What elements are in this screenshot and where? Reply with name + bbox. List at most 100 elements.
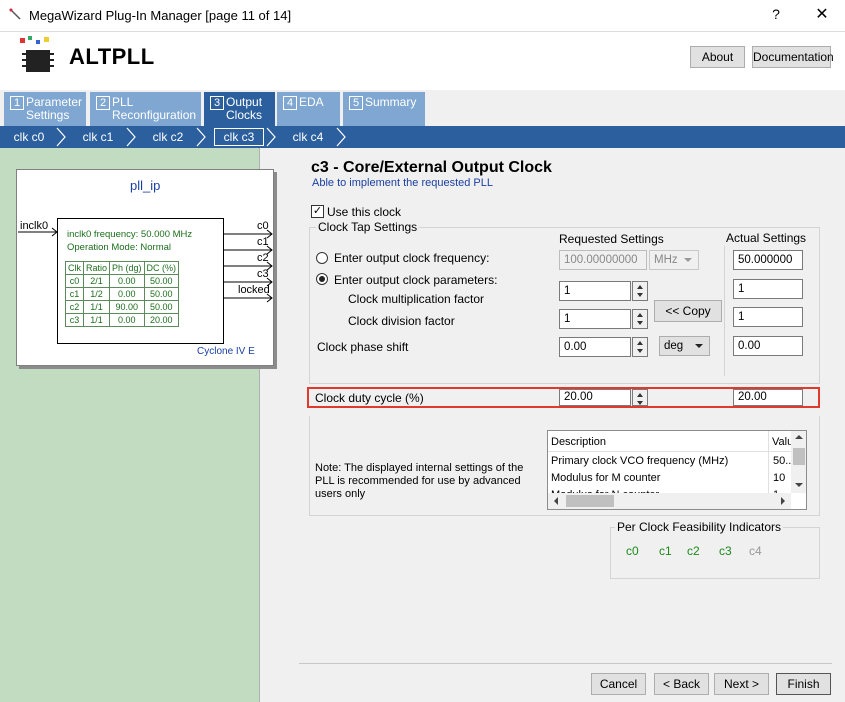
chevron-right-icon — [336, 127, 346, 147]
params-mode-label: Enter output clock parameters: — [334, 273, 498, 287]
clock-tab-c0[interactable]: clk c0 — [4, 126, 54, 148]
pin-inclk0: inclk0 — [20, 220, 49, 232]
operation-mode-info: Operation Mode: Normal — [67, 242, 172, 253]
requested-header: Requested Settings — [559, 232, 664, 246]
tab-number: 1 — [10, 96, 24, 110]
tab-label: PLL Reconfiguration — [112, 95, 197, 122]
div-factor-label: Clock division factor — [348, 314, 455, 328]
clock-tab-c3[interactable]: clk c3 — [214, 128, 264, 146]
tab-output-clocks[interactable]: 3 Output Clocks — [204, 92, 275, 126]
cancel-button[interactable]: Cancel — [591, 673, 646, 695]
list-item: Modulus for M counter — [551, 472, 661, 484]
div-factor-input[interactable]: 1 — [559, 309, 631, 329]
actual-header: Actual Settings — [726, 231, 807, 245]
params-mode-radio[interactable] — [316, 273, 328, 285]
phase-shift-input[interactable]: 0.00 — [559, 337, 631, 357]
clock-summary-table: Clk Ratio Ph (dg) DC (%) c0 2/1 0.00 50.00 c1 1… — [65, 261, 180, 327]
list-item: Primary clock VCO frequency (MHz) — [551, 455, 729, 467]
feasibility-c3: c3 — [719, 544, 732, 558]
chip-logo-icon — [20, 36, 54, 72]
use-clock-checkbox[interactable]: ✓ — [311, 205, 324, 218]
header-separator — [548, 451, 791, 452]
horizontal-scroll-thumb[interactable] — [566, 495, 614, 507]
phase-shift-label: Clock phase shift — [317, 340, 409, 354]
vertical-scrollbar[interactable] — [791, 431, 806, 493]
table-row: c2 1/1 90.00 50.00 — [65, 300, 180, 314]
duty-cycle-highlight-box — [307, 387, 820, 408]
clock-tab-c1[interactable]: clk c1 — [72, 126, 124, 148]
pin-c3: c3 — [257, 268, 269, 280]
scroll-right-icon[interactable] — [781, 497, 785, 505]
next-button[interactable]: Next > — [714, 673, 769, 695]
pin-locked: locked — [238, 284, 270, 296]
feasibility-c4: c4 — [749, 544, 762, 558]
tab-number: 2 — [96, 96, 110, 110]
actual-div-factor: 1 — [733, 307, 803, 327]
pin-c2: c2 — [257, 252, 269, 264]
list-header-description: Description — [551, 436, 607, 448]
actual-mult-factor: 1 — [733, 279, 803, 299]
column-separator — [768, 431, 769, 493]
scroll-down-icon[interactable] — [795, 483, 803, 487]
tab-label: Parameter Settings — [26, 95, 83, 122]
frequency-input: 100.00000000 — [559, 250, 647, 270]
wizard-wand-icon — [9, 8, 21, 20]
chevron-right-icon — [126, 127, 136, 147]
clock-tab-c2[interactable]: clk c2 — [142, 126, 194, 148]
tab-number: 4 — [283, 96, 297, 110]
column-divider — [724, 246, 725, 376]
chevron-right-icon — [56, 127, 66, 147]
feasibility-c2: c2 — [687, 544, 700, 558]
advanced-note: Note: The displayed internal settings of… — [315, 462, 524, 500]
div-factor-spinner[interactable] — [632, 309, 648, 329]
tab-number: 3 — [210, 96, 224, 110]
actual-phase-shift: 0.00 — [733, 336, 803, 356]
about-button[interactable]: About — [690, 46, 745, 68]
close-icon[interactable]: ✕ — [812, 4, 832, 24]
scroll-up-icon[interactable] — [795, 435, 803, 439]
tab-label: Output Clocks — [226, 95, 263, 122]
table-row: c0 2/1 0.00 50.00 — [65, 274, 180, 288]
phase-shift-spinner[interactable] — [632, 337, 648, 357]
table-row: c1 1/2 0.00 50.00 — [65, 287, 180, 301]
footer-separator — [299, 663, 832, 664]
back-button[interactable]: < Back — [654, 673, 709, 695]
internal-settings-list: Description Valu Primary clock VCO frequ… — [547, 430, 807, 510]
mult-factor-spinner[interactable] — [632, 281, 648, 301]
feasibility-status: Able to implement the requested PLL — [312, 177, 494, 189]
feasibility-c1: c1 — [659, 544, 672, 558]
pin-c1: c1 — [257, 236, 269, 248]
scroll-left-icon[interactable] — [554, 497, 558, 505]
documentation-button[interactable]: Documentation — [752, 46, 834, 68]
tab-pll-reconfiguration[interactable]: 2 PLL Reconfiguration — [90, 92, 201, 126]
clock-tap-group-title: Clock Tap Settings — [316, 220, 420, 234]
mult-factor-input[interactable]: 1 — [559, 281, 631, 301]
frequency-unit-select: MHz — [649, 250, 699, 270]
horizontal-scrollbar[interactable] — [548, 493, 791, 509]
window-title: MegaWizard Plug-In Manager [page 11 of 1… — [29, 8, 292, 23]
chevron-right-icon — [266, 127, 276, 147]
input-frequency-info: inclk0 frequency: 50.000 MHz — [67, 229, 193, 240]
vertical-scroll-thumb[interactable] — [793, 448, 805, 465]
tab-label: EDA — [299, 95, 324, 109]
help-button[interactable]: ? — [768, 6, 784, 22]
feasibility-c0: c0 — [626, 544, 639, 558]
pin-c0: c0 — [257, 220, 269, 232]
device-family-label: Cyclone IV E — [197, 346, 255, 357]
feasibility-group — [610, 527, 820, 579]
copy-button[interactable]: << Copy — [654, 300, 722, 322]
tab-eda[interactable]: 4 EDA — [277, 92, 340, 126]
table-header-row: Clk Ratio Ph (dg) DC (%) — [65, 261, 180, 275]
use-clock-label: Use this clock — [327, 205, 402, 219]
mult-factor-label: Clock multiplication factor — [348, 292, 485, 306]
phase-unit-select[interactable]: deg — [659, 336, 710, 356]
tab-parameter-settings[interactable]: 1 Parameter Settings — [4, 92, 86, 126]
page-title: c3 - Core/External Output Clock — [311, 159, 552, 176]
freq-mode-radio[interactable] — [316, 252, 328, 264]
clock-tab-c4[interactable]: clk c4 — [282, 126, 334, 148]
pll-instance-name: pll_ip — [130, 178, 161, 193]
finish-button[interactable]: Finish — [776, 673, 831, 695]
tab-summary[interactable]: 5 Summary — [343, 92, 425, 126]
actual-frequency: 50.000000 — [733, 250, 803, 270]
tab-label: Summary — [365, 95, 417, 109]
